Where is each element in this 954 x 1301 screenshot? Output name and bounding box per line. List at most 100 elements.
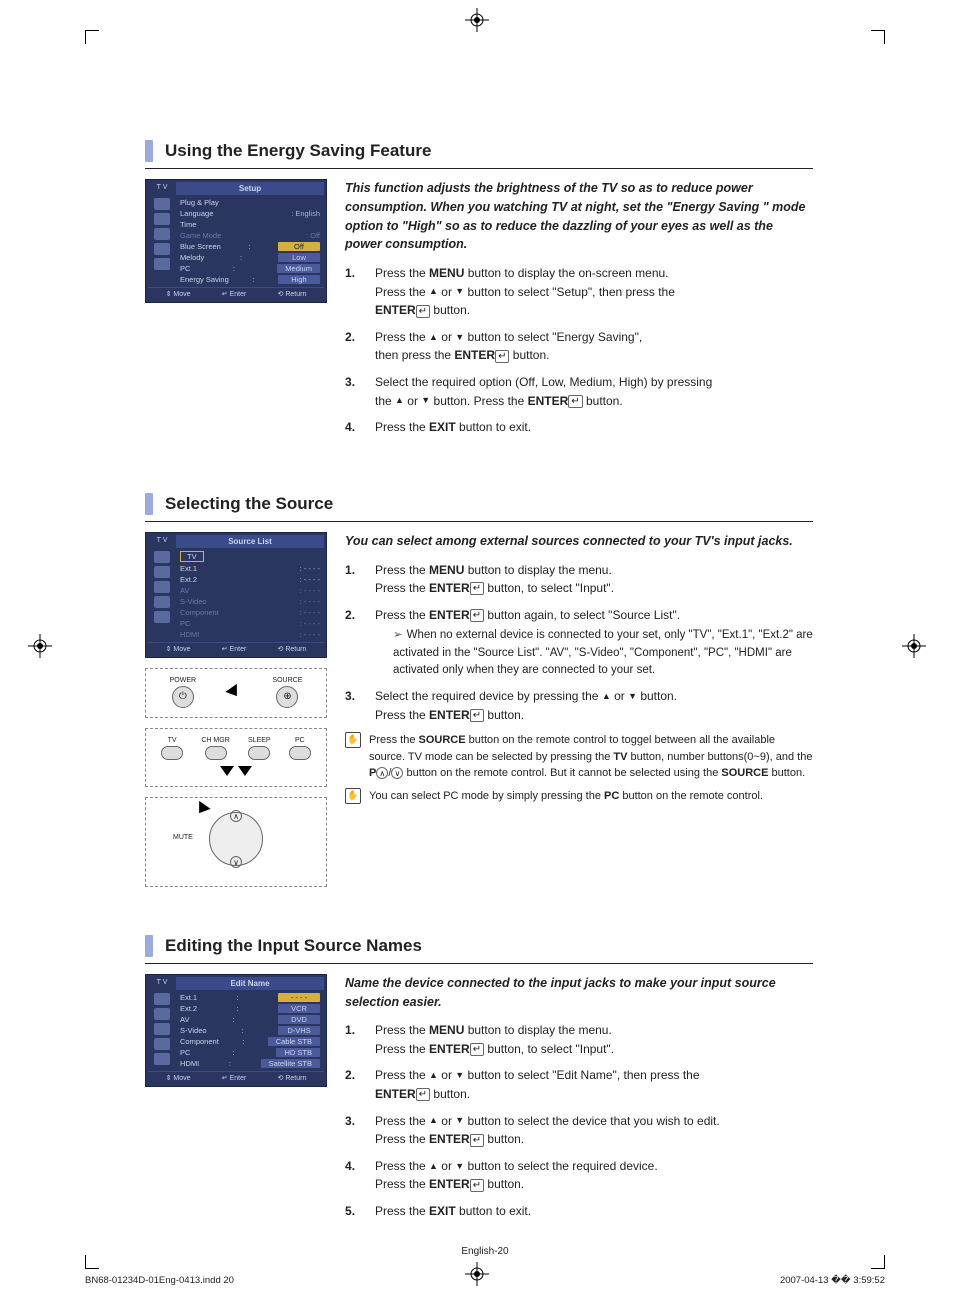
osd-row: Energy Saving: High xyxy=(180,274,320,285)
osd-row: Ext.2: VCR xyxy=(180,1003,320,1014)
osd-row: HDMI: Satellite STB xyxy=(180,1058,320,1069)
osd-tv-label: T V xyxy=(148,977,176,990)
step-sub-note: When no external device is connected to … xyxy=(375,627,813,679)
remote-mute-label: MUTE xyxy=(173,834,193,841)
section-intro: Name the device connected to the input j… xyxy=(345,974,813,1012)
osd-sidebar-icons xyxy=(148,548,176,642)
osd-footer-item: ⇕ Move xyxy=(166,1074,191,1082)
up-arrow-icon: ∧ xyxy=(230,810,242,822)
remote-power-button: POWER⏻ xyxy=(170,677,196,708)
osd-footer-item: ↵ Enter xyxy=(222,645,247,653)
osd-tv-label: T V xyxy=(148,182,176,195)
enter-icon: ↵ xyxy=(470,1179,484,1192)
osd-footer-item: ⟲ Return xyxy=(278,645,307,653)
enter-icon: ↵ xyxy=(495,350,509,363)
section-energy-saving: Using the Energy Saving Feature T VSetup… xyxy=(145,140,813,445)
remote-pill-button: SLEEP xyxy=(248,737,271,760)
osd-row: Ext.1: - - - - xyxy=(180,992,320,1003)
step-4: Press the EXIT button to exit. xyxy=(345,418,813,437)
osd-row: S-Video: D-VHS xyxy=(180,1025,320,1036)
note-source-button: ✋ Press the SOURCE button on the remote … xyxy=(345,732,813,782)
section-intro: You can select among external sources co… xyxy=(345,532,813,551)
note-pc-button: ✋ You can select PC mode by simply press… xyxy=(345,788,813,805)
heading-accent-icon xyxy=(145,140,153,162)
osd-row: Melody: Low xyxy=(180,252,320,263)
enter-icon: ↵ xyxy=(470,609,484,622)
step-2: Press the ▲ or ▼ button to select "Edit … xyxy=(345,1066,813,1103)
osd-footer-item: ↵ Enter xyxy=(222,290,247,298)
osd-title: Edit Name xyxy=(176,977,324,990)
heading-accent-icon xyxy=(145,935,153,957)
osd-screenshot-setup: T VSetup Plug & PlayLanguage: EnglishTim… xyxy=(145,179,327,303)
up-arrow-icon: ▲ xyxy=(429,1160,438,1174)
print-timestamp: 2007-04-13 �� 3:59:52 xyxy=(780,1275,885,1286)
osd-row: Time xyxy=(180,219,320,230)
enter-icon: ↵ xyxy=(416,1088,430,1101)
osd-row: Plug & Play xyxy=(180,197,320,208)
note-icon: ✋ xyxy=(345,788,361,804)
heading-accent-icon xyxy=(145,493,153,515)
note-icon: ✋ xyxy=(345,732,361,748)
osd-row: Component: Cable STB xyxy=(180,1036,320,1047)
osd-row: Component: - - - - xyxy=(180,607,320,618)
section-intro: This function adjusts the brightness of … xyxy=(345,179,813,254)
down-arrow-icon: ▼ xyxy=(455,1069,464,1083)
section-title: Editing the Input Source Names xyxy=(165,936,422,956)
up-arrow-icon: ▲ xyxy=(429,1114,438,1128)
down-arrow-icon: ▼ xyxy=(455,1160,464,1174)
enter-icon: ↵ xyxy=(416,305,430,318)
indicator-arrow-icon xyxy=(238,766,252,776)
osd-footer-item: ⟲ Return xyxy=(278,1074,307,1082)
osd-row: PC: - - - - xyxy=(180,618,320,629)
section-title: Using the Energy Saving Feature xyxy=(165,141,431,161)
osd-footer-item: ⟲ Return xyxy=(278,290,307,298)
page-down-icon: ∨ xyxy=(391,767,403,779)
osd-footer-item: ⇕ Move xyxy=(166,645,191,653)
remote-pill-button: TV xyxy=(161,737,183,760)
osd-title: Source List xyxy=(176,535,324,548)
remote-pill-button: PC xyxy=(289,737,311,760)
print-footer: BN68-01234D-01Eng-0413.indd 20 2007-04-1… xyxy=(85,1275,885,1286)
osd-row: Blue Screen: Off xyxy=(180,241,320,252)
osd-row: TV xyxy=(180,550,320,563)
down-arrow-icon: ▼ xyxy=(455,1114,464,1128)
down-arrow-icon: ▼ xyxy=(455,285,464,299)
indicator-arrow-icon xyxy=(220,766,234,776)
step-1: Press the MENU button to display the men… xyxy=(345,561,813,598)
remote-pill-button: CH MGR xyxy=(201,737,229,760)
osd-row: Ext.2: - - - - xyxy=(180,574,320,585)
enter-icon: ↵ xyxy=(470,1134,484,1147)
remote-diagram-power-source: POWER⏻ SOURCE⊕ xyxy=(145,668,327,718)
up-arrow-icon: ▲ xyxy=(429,331,438,345)
down-arrow-icon: ▼ xyxy=(455,331,464,345)
down-arrow-icon: ▼ xyxy=(421,394,430,408)
step-1: Press the MENU button to display the on-… xyxy=(345,264,813,320)
osd-row: Ext.1: - - - - xyxy=(180,563,320,574)
up-arrow-icon: ▲ xyxy=(395,394,404,408)
up-arrow-icon: ▲ xyxy=(429,285,438,299)
down-arrow-icon: ∨ xyxy=(230,856,242,868)
osd-tv-label: T V xyxy=(148,535,176,548)
osd-title: Setup xyxy=(176,182,324,195)
osd-row: PC: Medium xyxy=(180,263,320,274)
print-file-name: BN68-01234D-01Eng-0413.indd 20 xyxy=(85,1275,234,1286)
osd-row: Language: English xyxy=(180,208,320,219)
indicator-arrow-icon xyxy=(226,684,243,700)
page-number: English-20 xyxy=(85,1246,885,1257)
indicator-arrow-icon xyxy=(193,801,210,817)
page-up-icon: ∧ xyxy=(376,767,388,779)
step-3: Press the ▲ or ▼ button to select the de… xyxy=(345,1112,813,1149)
osd-footer-item: ⇕ Move xyxy=(166,290,191,298)
enter-icon: ↵ xyxy=(568,395,582,408)
osd-row: HDMI: - - - - xyxy=(180,629,320,640)
step-1: Press the MENU button to display the men… xyxy=(345,1021,813,1058)
osd-screenshot-edit-name: T VEdit Name Ext.1: - - - -Ext.2: VCRAV:… xyxy=(145,974,327,1087)
section-title: Selecting the Source xyxy=(165,494,333,514)
registration-mark-icon xyxy=(902,634,926,658)
step-2: Press the ENTER↵ button again, to select… xyxy=(345,606,813,679)
enter-icon: ↵ xyxy=(470,582,484,595)
step-2: Press the ▲ or ▼ button to select "Energ… xyxy=(345,328,813,365)
section-selecting-source: Selecting the Source T VSource List TVEx… xyxy=(145,493,813,887)
osd-row: Game Mode: Off xyxy=(180,230,320,241)
osd-row: AV: DVD xyxy=(180,1014,320,1025)
